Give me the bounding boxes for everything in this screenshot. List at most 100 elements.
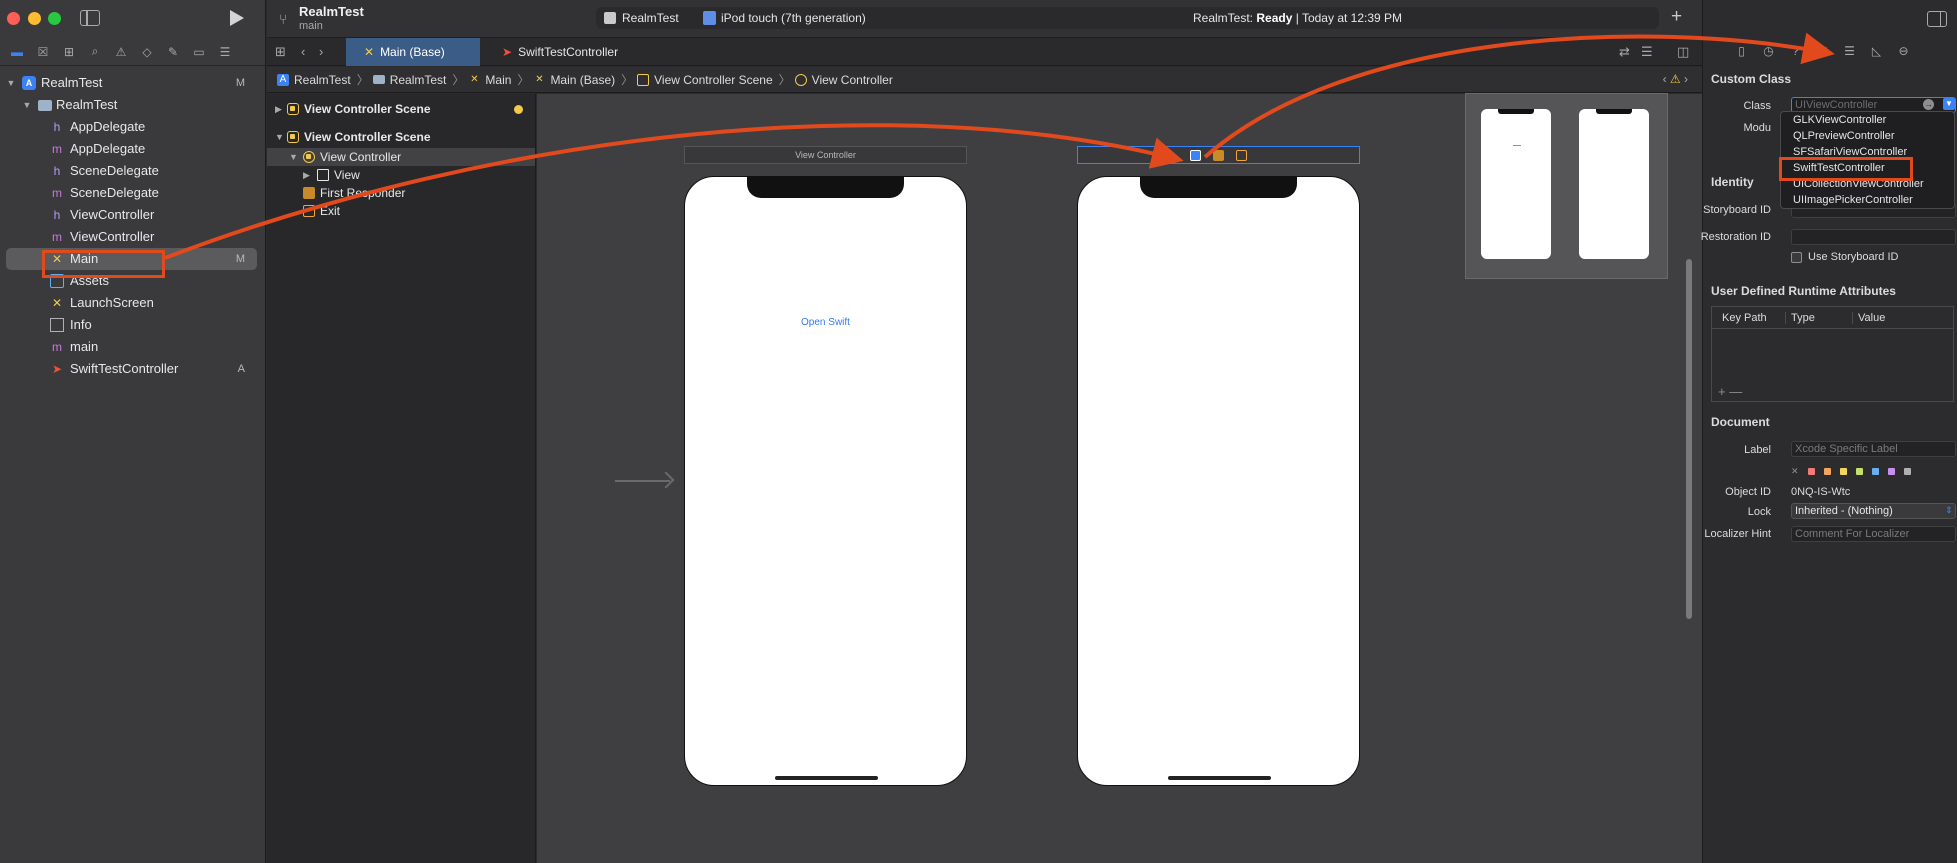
red-label-swatch[interactable] — [1807, 468, 1815, 475]
tree-item-file[interactable]: Info — [0, 314, 265, 336]
chevron-left-icon[interactable]: ‹ — [1663, 72, 1667, 86]
refresh-icon[interactable]: ⇄ — [1619, 44, 1630, 60]
window-toolbar: ⑂ RealmTest main RealmTest iPod touch (7… — [267, 0, 1729, 38]
chevron-down-icon[interactable]: ▼ — [1943, 98, 1955, 110]
sidebar-toggle-icon[interactable] — [80, 10, 100, 26]
file-inspector-icon[interactable]: ▯ — [1733, 42, 1750, 59]
breadcrumb-item[interactable]: ✕ Main (Base) — [533, 73, 615, 87]
tree-item-project[interactable]: ▼ A RealmTest M — [0, 72, 265, 94]
outline-scene-1[interactable]: ▶ View Controller Scene — [267, 98, 535, 120]
tree-item-file[interactable]: h SceneDelegate — [0, 160, 265, 182]
runtime-attributes-table[interactable]: Key Path Type Value + — — [1711, 306, 1954, 402]
symbol-icon[interactable]: ⊞ — [56, 43, 82, 61]
first-responder-icon[interactable] — [1213, 150, 1224, 161]
split-editor-icon[interactable]: ◫ — [1677, 44, 1689, 60]
attributes-inspector-icon[interactable]: ☰ — [1841, 42, 1858, 59]
entry-point-arrow-icon[interactable] — [615, 480, 670, 482]
run-icon[interactable] — [230, 10, 244, 26]
dropdown-item[interactable]: UIImagePickerController — [1793, 194, 1913, 206]
tab-swift-test-controller[interactable]: ➤ SwiftTestController — [480, 38, 618, 66]
orange-label-swatch[interactable] — [1823, 468, 1831, 475]
tree-item-file[interactable]: m AppDelegate — [0, 138, 265, 160]
dropdown-item[interactable]: GLKViewController — [1793, 114, 1886, 126]
add-remove-buttons[interactable]: + — — [1718, 384, 1742, 399]
identity-inspector-icon[interactable]: ▣ — [1814, 42, 1831, 59]
view-controller-icon[interactable] — [1190, 150, 1201, 161]
document-label-input[interactable]: Xcode Specific Label — [1791, 441, 1956, 457]
outline-exit[interactable]: Exit — [267, 202, 535, 220]
chevron-right-icon[interactable]: ▶ — [275, 98, 282, 120]
breadcrumb-item[interactable]: RealmTest — [372, 73, 446, 87]
green-label-swatch[interactable] — [1855, 468, 1863, 475]
go-to-class-icon[interactable]: → — [1923, 99, 1934, 110]
forward-icon[interactable]: › — [319, 44, 323, 59]
tree-item-file[interactable]: h AppDelegate — [0, 116, 265, 138]
scene-title-bar[interactable]: View Controller — [684, 146, 967, 164]
canvas-minimap[interactable] — [1465, 93, 1668, 279]
history-inspector-icon[interactable]: ◷ — [1760, 42, 1777, 59]
chevron-down-icon[interactable]: ▼ — [289, 148, 298, 166]
breadcrumb-item[interactable]: View Controller Scene — [637, 73, 773, 87]
tree-item-file[interactable]: ➤ SwiftTestController A — [0, 358, 265, 380]
clear-color-icon[interactable]: ✕ — [1791, 466, 1799, 477]
dropdown-item[interactable]: QLPreviewController — [1793, 130, 1894, 142]
vertical-scrollbar[interactable] — [1686, 259, 1692, 619]
connections-inspector-icon[interactable]: ⊖ — [1895, 42, 1912, 59]
blue-label-swatch[interactable] — [1871, 468, 1879, 475]
folder-icon[interactable]: ▬ — [4, 43, 30, 61]
localizer-hint-input[interactable]: Comment For Localizer — [1791, 526, 1956, 542]
storyboard-canvas[interactable]: View Controller Open Swift — [537, 93, 1702, 863]
source-control-icon[interactable]: ☒ — [30, 43, 56, 61]
tree-item-file[interactable]: m SceneDelegate — [0, 182, 265, 204]
purple-label-swatch[interactable] — [1887, 468, 1895, 475]
outline-scene-2[interactable]: ▼ View Controller Scene — [267, 126, 535, 148]
close-window-button[interactable] — [7, 12, 20, 25]
editor-options-icon[interactable]: ☰ — [1641, 44, 1653, 60]
search-icon[interactable]: ⌕ — [82, 43, 108, 61]
open-swift-button[interactable]: Open Swift — [685, 317, 966, 328]
report-icon[interactable]: ☰ — [212, 43, 238, 61]
outline-view-controller[interactable]: ▼ View Controller — [267, 148, 535, 166]
view-controller-scene-2[interactable] — [1077, 176, 1360, 786]
use-storyboard-id-checkbox[interactable] — [1791, 252, 1802, 263]
gray-label-swatch[interactable] — [1903, 468, 1911, 475]
add-library-button[interactable]: + — [1671, 7, 1682, 27]
minimize-window-button[interactable] — [28, 12, 41, 25]
tree-item-file[interactable]: h ViewController — [0, 204, 265, 226]
breadcrumb-item[interactable]: ✕ Main — [468, 73, 511, 87]
chevron-right-icon[interactable]: › — [1684, 72, 1688, 86]
exit-icon[interactable] — [1236, 150, 1247, 161]
outline-view[interactable]: ▶ View — [267, 166, 535, 184]
breadcrumb-item[interactable]: A RealmTest — [277, 73, 351, 87]
chevron-down-icon[interactable]: ▼ — [6, 72, 16, 94]
scheme-selector[interactable]: RealmTest — [622, 11, 679, 25]
chevron-down-icon[interactable]: ▼ — [275, 126, 284, 148]
lock-select[interactable]: Inherited - (Nothing) — [1791, 503, 1956, 519]
size-inspector-icon[interactable]: ◺ — [1868, 42, 1885, 59]
restoration-id-input[interactable] — [1791, 229, 1956, 245]
label-color-picker[interactable]: ✕ — [1791, 466, 1911, 477]
tree-item-file[interactable]: m main — [0, 336, 265, 358]
tree-item-file[interactable]: m ViewController — [0, 226, 265, 248]
warning-icon[interactable]: ⚠ — [108, 43, 134, 61]
tree-item-group[interactable]: ▼ RealmTest — [0, 94, 265, 116]
view-controller-scene-1[interactable]: Open Swift — [684, 176, 967, 786]
test-icon[interactable]: ◇ — [134, 43, 160, 61]
tree-item-file[interactable]: ✕ LaunchScreen — [0, 292, 265, 314]
breakpoint-icon[interactable]: ▭ — [186, 43, 212, 61]
issue-navigation[interactable]: ‹ ⚠ › — [1663, 72, 1688, 86]
zoom-window-button[interactable] — [48, 12, 61, 25]
debug-icon[interactable]: ✎ — [160, 43, 186, 61]
destination-selector[interactable]: iPod touch (7th generation) — [721, 11, 866, 25]
outline-first-responder[interactable]: First Responder — [267, 184, 535, 202]
inspector-toggle-icon[interactable] — [1927, 11, 1947, 27]
tab-main-base[interactable]: ✕ Main (Base) — [346, 38, 480, 66]
back-icon[interactable]: ‹ — [301, 44, 305, 59]
help-inspector-icon[interactable]: ? — [1787, 42, 1804, 59]
selected-scene-dock[interactable] — [1077, 146, 1360, 164]
yellow-label-swatch[interactable] — [1839, 468, 1847, 475]
grid-icon[interactable]: ⊞ — [275, 44, 286, 60]
breadcrumb-item[interactable]: View Controller — [794, 73, 893, 87]
chevron-right-icon[interactable]: ▶ — [303, 166, 310, 184]
chevron-down-icon[interactable]: ▼ — [22, 94, 32, 116]
